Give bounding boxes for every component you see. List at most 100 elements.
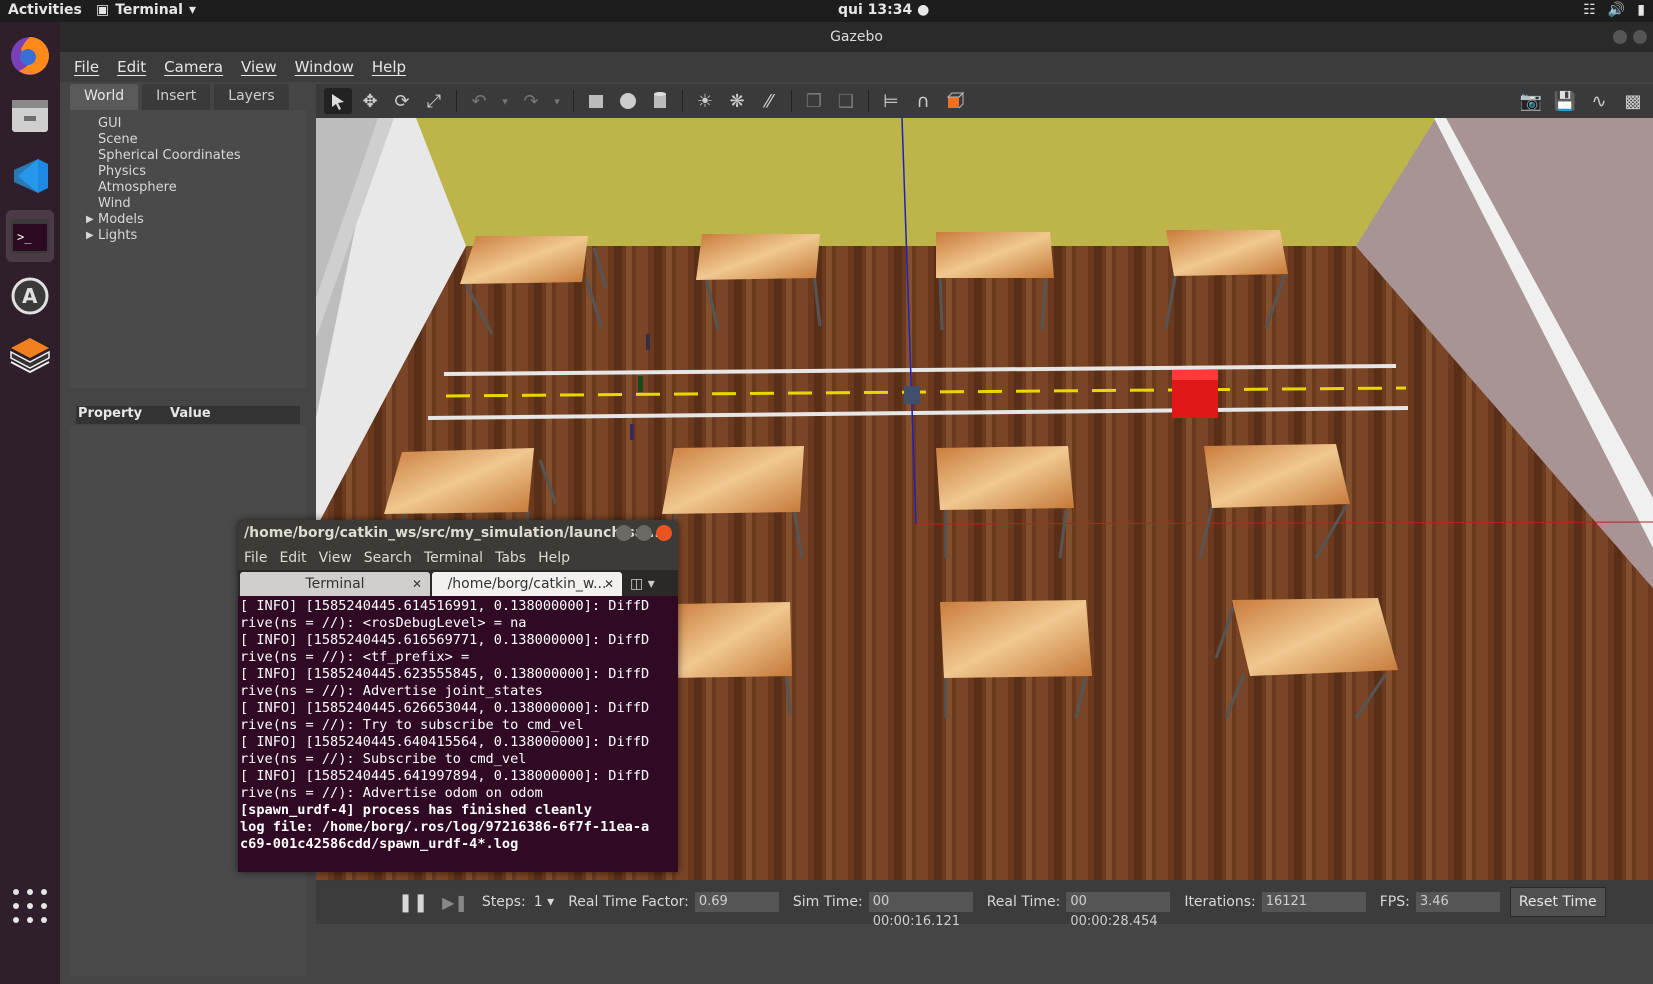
dock-gazebo[interactable]: [6, 330, 54, 382]
terminal-menu-terminal[interactable]: Terminal: [424, 550, 483, 566]
tab-insert[interactable]: Insert: [142, 84, 211, 110]
close-tab-icon[interactable]: ✕: [604, 572, 614, 596]
dock-files[interactable]: [6, 90, 54, 142]
menu-edit[interactable]: Edit: [117, 58, 146, 76]
sphere-shape-button[interactable]: [614, 88, 642, 114]
menu-camera[interactable]: Camera: [164, 58, 223, 76]
terminal-menu-help[interactable]: Help: [538, 550, 570, 566]
terminal-close-button[interactable]: [656, 525, 672, 541]
activities-button[interactable]: Activities: [8, 2, 82, 18]
dock-firefox[interactable]: [6, 30, 54, 82]
point-light-button[interactable]: ☀: [691, 88, 719, 114]
select-mode-button[interactable]: [324, 88, 352, 114]
menu-file[interactable]: File: [74, 58, 99, 76]
system-tray[interactable]: ☷ 🔊 ▮: [1583, 2, 1645, 18]
translate-mode-button[interactable]: ✥: [356, 88, 384, 114]
fps-field: 3.46: [1415, 892, 1500, 912]
terminal-line: rive(ns = //): Advertise odom on odom: [240, 785, 543, 801]
tab-world[interactable]: World: [70, 84, 139, 110]
terminal-line: log file: /home/borg/.ros/log/97216386-6…: [240, 819, 650, 835]
directional-light-button[interactable]: ⁄⁄: [755, 88, 783, 114]
redo-icon: ↷: [523, 90, 539, 112]
view-angle-button[interactable]: [941, 88, 969, 114]
terminal-tab-1[interactable]: Terminal ✕: [240, 572, 430, 596]
iterations-label: Iterations:: [1184, 894, 1256, 910]
dock-terminal[interactable]: >_: [6, 210, 54, 262]
menu-help[interactable]: Help: [372, 58, 406, 76]
dock-software-updater[interactable]: A: [6, 270, 54, 322]
tree-item-atmosphere[interactable]: Atmosphere: [84, 180, 306, 196]
terminal-menu-search[interactable]: Search: [364, 550, 412, 566]
terminal-maximize-button[interactable]: [636, 525, 652, 541]
terminal-tab-2[interactable]: /home/borg/catkin_w... ✕: [432, 572, 622, 596]
tree-item-scene[interactable]: Scene: [84, 132, 306, 148]
box-shape-button[interactable]: [582, 88, 610, 114]
files-icon: [12, 100, 48, 132]
cylinder-shape-button[interactable]: [646, 88, 674, 114]
undo-button[interactable]: ↶: [465, 88, 493, 114]
rotate-icon: ⟳: [394, 90, 410, 112]
tree-item-gui[interactable]: GUI: [84, 116, 306, 132]
close-button[interactable]: [1633, 30, 1647, 44]
scale-icon: ⤢: [426, 90, 442, 112]
pause-icon: ❚❚: [398, 891, 429, 913]
copy-button[interactable]: ❐: [800, 88, 828, 114]
tab-layers[interactable]: Layers: [214, 84, 289, 110]
align-button[interactable]: ⊨: [877, 88, 905, 114]
caret-right-icon[interactable]: ▶: [86, 228, 94, 244]
minimize-button[interactable]: [1613, 30, 1627, 44]
show-applications-button[interactable]: [10, 886, 50, 926]
gazebo-titlebar[interactable]: Gazebo: [60, 22, 1653, 52]
terminal-minimize-button[interactable]: [616, 525, 632, 541]
reset-time-button[interactable]: Reset Time: [1509, 887, 1606, 917]
plot-button[interactable]: ∿: [1585, 88, 1613, 114]
svg-text:>_: >_: [17, 230, 32, 244]
app-menu-label: Terminal: [115, 2, 183, 18]
dock: >_ A: [0, 22, 60, 984]
steps-label: Steps:: [481, 894, 526, 910]
tree-item-models[interactable]: ▶ Models: [84, 212, 306, 228]
scale-mode-button[interactable]: ⤢: [420, 88, 448, 114]
menu-window[interactable]: Window: [295, 58, 354, 76]
menu-view[interactable]: View: [241, 58, 277, 76]
rotate-mode-button[interactable]: ⟳: [388, 88, 416, 114]
pause-button[interactable]: ❚❚: [398, 892, 428, 913]
undo-icon: ↶: [471, 90, 487, 112]
steps-value: 1: [533, 894, 543, 910]
terminal-menu-file[interactable]: File: [244, 550, 267, 566]
clock[interactable]: qui 13:34 ●: [838, 2, 929, 18]
app-menu[interactable]: ▣ Terminal ▾: [96, 2, 196, 18]
snap-button[interactable]: ∩: [909, 88, 937, 114]
terminal-menu-edit[interactable]: Edit: [279, 550, 306, 566]
vscode-icon: [14, 159, 48, 193]
steps-spinner[interactable]: 1 ▾: [534, 894, 554, 910]
tree-item-physics[interactable]: Physics: [84, 164, 306, 180]
undo-dropdown[interactable]: ▾: [497, 88, 513, 114]
tree-item-spherical-coordinates[interactable]: Spherical Coordinates: [84, 148, 306, 164]
arrow-cursor-icon: [332, 94, 344, 110]
video-record-button[interactable]: ▩: [1619, 88, 1647, 114]
close-tab-icon[interactable]: ✕: [412, 572, 422, 596]
terminal-menu-tabs[interactable]: Tabs: [495, 550, 526, 566]
new-tab-icon: ◫: [630, 576, 644, 592]
terminal-menu-view[interactable]: View: [319, 550, 352, 566]
chevron-down-icon: ▾: [188, 2, 196, 18]
tree-item-wind[interactable]: Wind: [84, 196, 306, 212]
step-button[interactable]: ▶❚: [442, 893, 468, 912]
toolbar-separator: [456, 90, 457, 112]
splitter[interactable]: [70, 388, 306, 406]
terminal-titlebar[interactable]: /home/borg/catkin_ws/src/my_simulation/l…: [238, 520, 678, 546]
tree-item-lights[interactable]: ▶ Lights: [84, 228, 306, 244]
tree-item-lights-label: Lights: [98, 228, 138, 243]
paste-button[interactable]: ❑: [832, 88, 860, 114]
camera-icon: 📷: [1519, 90, 1543, 112]
spot-light-button[interactable]: ❋: [723, 88, 751, 114]
redo-button[interactable]: ↷: [517, 88, 545, 114]
new-tab-button[interactable]: ◫ ▾: [630, 572, 655, 596]
redo-dropdown[interactable]: ▾: [549, 88, 565, 114]
caret-right-icon[interactable]: ▶: [86, 212, 94, 228]
screenshot-button[interactable]: 📷: [1517, 88, 1545, 114]
terminal-output[interactable]: [ INFO] [1585240445.614516991, 0.1380000…: [238, 596, 678, 855]
dock-vscode[interactable]: [6, 150, 54, 202]
log-button[interactable]: 💾: [1551, 88, 1579, 114]
